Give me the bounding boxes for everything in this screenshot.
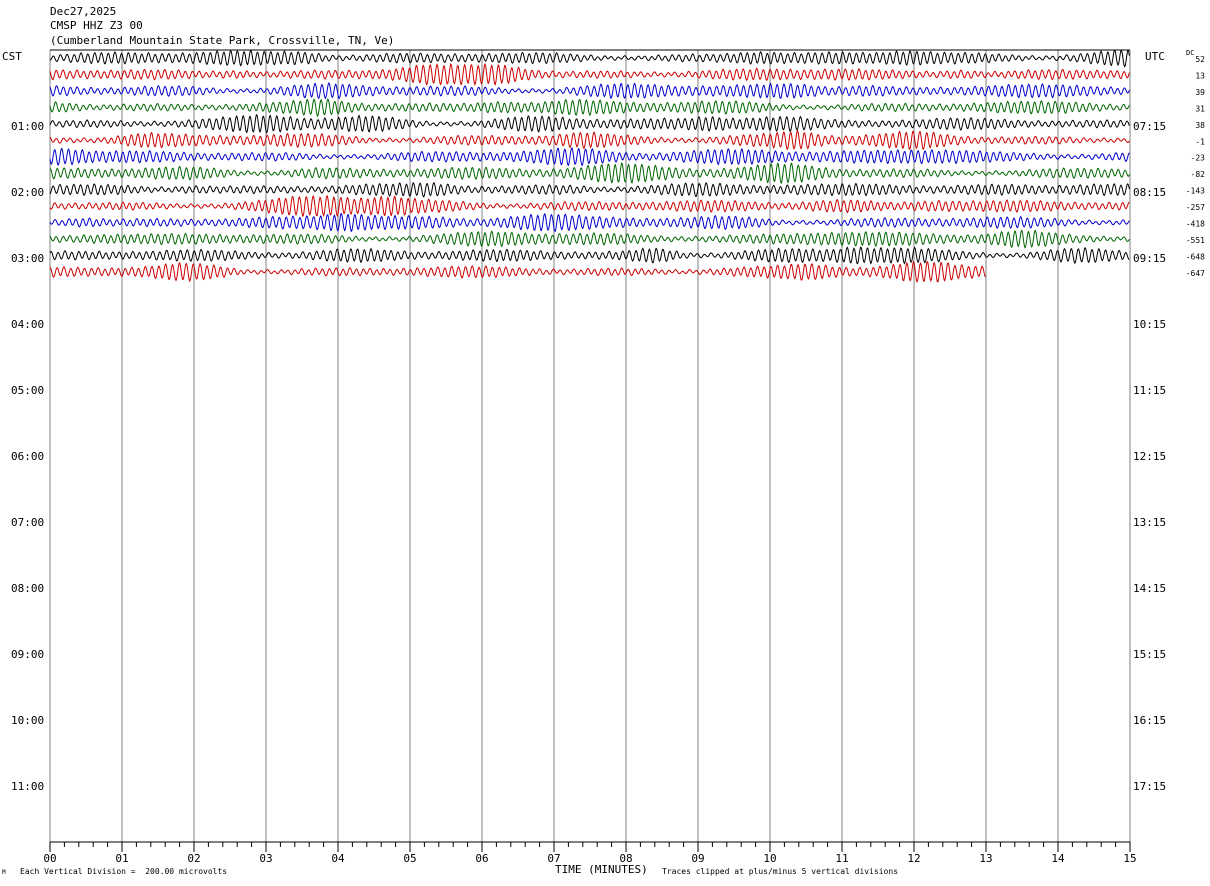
dc-offset-label: -648	[1186, 252, 1205, 261]
hour-label-local: 07:00	[11, 516, 44, 529]
hour-label-local: 05:00	[11, 384, 44, 397]
hour-label-local: 08:00	[11, 582, 44, 595]
x-tick-label: 14	[1051, 852, 1065, 865]
x-tick-label: 10	[763, 852, 776, 865]
hour-label-utc: 11:15	[1133, 384, 1166, 397]
hour-label-utc: 09:15	[1133, 252, 1166, 265]
seismic-trace	[49, 246, 1130, 265]
dc-offset-label: -647	[1186, 269, 1205, 278]
x-tick-label: 12	[907, 852, 920, 865]
seismic-trace	[49, 129, 1130, 151]
dc-offset-label: -257	[1186, 203, 1205, 212]
hour-label-local: 01:00	[11, 120, 44, 133]
hour-label-utc: 13:15	[1133, 516, 1166, 529]
hour-label-local: 11:00	[11, 780, 44, 793]
hour-label-utc: 08:15	[1133, 186, 1166, 199]
seismic-trace	[49, 229, 1130, 249]
dc-offset-label: 39	[1195, 88, 1205, 97]
hour-label-utc: 10:15	[1133, 318, 1166, 331]
dc-offset-label: -418	[1186, 220, 1205, 229]
x-tick-label: 02	[187, 852, 200, 865]
hour-label-utc: 14:15	[1133, 582, 1166, 595]
seismic-trace	[49, 212, 1130, 233]
seismic-trace	[49, 62, 1130, 86]
x-tick-label: 11	[835, 852, 848, 865]
hour-label-utc: 17:15	[1133, 780, 1166, 793]
dc-offset-label: 13	[1195, 71, 1205, 80]
dc-offset-label: 38	[1195, 121, 1205, 130]
seismic-trace	[49, 98, 1130, 118]
x-tick-label: 05	[403, 852, 416, 865]
scale-note: Each Vertical Division = 200.00 microvol…	[20, 867, 228, 876]
seismic-trace	[49, 82, 1130, 100]
hour-label-utc: 07:15	[1133, 120, 1166, 133]
hour-label-local: 09:00	[11, 648, 44, 661]
x-tick-label: 09	[691, 852, 704, 865]
dc-offset-label: -23	[1191, 154, 1206, 163]
hour-label-utc: 12:15	[1133, 450, 1166, 463]
hour-label-local: 10:00	[11, 714, 44, 727]
x-tick-label: 15	[1123, 852, 1136, 865]
seismic-trace	[49, 114, 1130, 134]
seismic-trace	[49, 147, 1130, 167]
hour-label-local: 03:00	[11, 252, 44, 265]
x-tick-label: 13	[979, 852, 992, 865]
seismic-trace	[49, 49, 1130, 68]
hour-label-local: 02:00	[11, 186, 44, 199]
x-axis-title: TIME (MINUTES)	[555, 863, 648, 876]
dc-offset-label: -1	[1195, 137, 1205, 146]
x-tick-label: 03	[259, 852, 272, 865]
x-tick-label: 04	[331, 852, 345, 865]
dc-offset-label: -143	[1186, 187, 1205, 196]
dc-offset-label: 52	[1195, 55, 1205, 64]
seismic-trace	[49, 194, 1130, 218]
dc-offset-label: 31	[1195, 104, 1205, 113]
clip-note: Traces clipped at plus/minus 5 vertical …	[662, 867, 899, 876]
hour-label-local: 04:00	[11, 318, 44, 331]
x-tick-label: 00	[43, 852, 56, 865]
seismic-trace	[49, 260, 986, 283]
helicorder-plot: 00 01 02 03 04 05 06 07 08 09 10 11 12 13 14 1501:0002:…	[11, 49, 1206, 865]
dc-offset-label: -82	[1191, 170, 1206, 179]
dc-offset-label: -551	[1186, 236, 1205, 245]
hour-label-utc: 15:15	[1133, 648, 1166, 661]
corner-mark: M	[2, 869, 6, 876]
x-tick-label: 01	[115, 852, 128, 865]
seismic-trace	[50, 161, 1130, 184]
x-tick-label: 06	[475, 852, 488, 865]
seismic-trace	[49, 181, 1130, 198]
hour-label-local: 06:00	[11, 450, 44, 463]
hour-label-utc: 16:15	[1133, 714, 1166, 727]
